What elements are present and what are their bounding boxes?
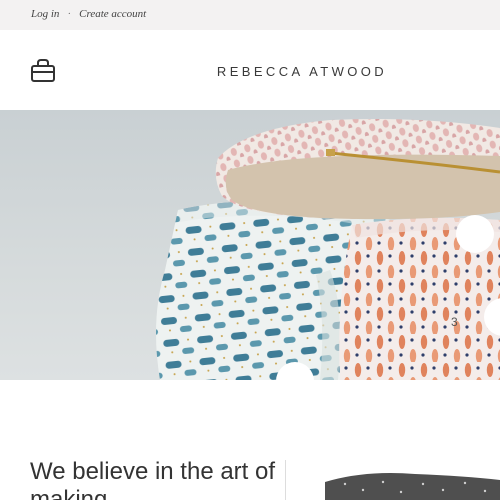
hero-image	[156, 119, 500, 380]
slide-dot-3[interactable]	[456, 215, 494, 253]
account-links: Log in · Create account	[31, 8, 146, 20]
fabric-thumbnail[interactable]	[325, 470, 500, 500]
site-header: REBECCA ATWOOD	[0, 30, 500, 110]
login-link[interactable]: Log in	[31, 8, 59, 20]
content-divider	[285, 460, 286, 500]
tagline-heading: We believe in the art of making	[30, 458, 276, 500]
link-separator: ·	[67, 8, 72, 20]
slide-number-3: 3	[451, 315, 458, 329]
slide-dot-1[interactable]	[276, 362, 314, 400]
create-account-link[interactable]: Create account	[79, 8, 146, 20]
shopping-bag-icon[interactable]	[29, 57, 57, 85]
brand-logo[interactable]: REBECCA ATWOOD	[150, 64, 454, 79]
hero-slideshow[interactable]: 3 2	[0, 110, 500, 380]
top-utility-bar: Log in · Create account	[0, 0, 500, 30]
